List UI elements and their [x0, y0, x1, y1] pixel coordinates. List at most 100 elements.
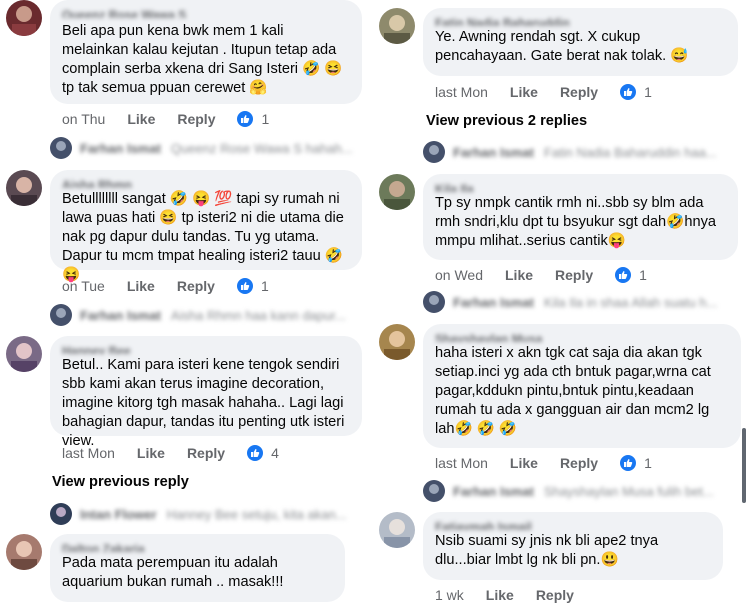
avatar[interactable] — [6, 336, 42, 372]
like-button[interactable]: Like — [510, 84, 538, 100]
comment-bubble: Dalton Zakaria Pada mata perempuan itu a… — [50, 534, 345, 602]
comment-actions: last Mon Like Reply 4 — [62, 445, 279, 461]
reply-preview-text: Aisha Rhmn haa kann dapur... — [170, 307, 346, 323]
scrollbar-thumb[interactable] — [742, 428, 746, 503]
comment-text: Nsib suami sy jnis nk bli ape2 tnya dlu.… — [435, 533, 659, 568]
comment-author[interactable]: Hanney Bee — [62, 344, 350, 354]
avatar[interactable] — [379, 174, 415, 210]
comment-time[interactable]: last Mon — [62, 445, 115, 461]
reaction-count[interactable]: 1 — [644, 455, 652, 471]
reply-preview-author: Intan Flower — [80, 506, 157, 522]
comment-time[interactable]: last Mon — [435, 455, 488, 471]
reply-preview-author: Farhan Ismat — [453, 294, 534, 310]
avatar — [423, 480, 445, 502]
left-comment-column: Queenz Rose Wawa S Beli apa pun kena bwk… — [0, 0, 372, 607]
like-button[interactable]: Like — [510, 455, 538, 471]
comment-time[interactable]: on Wed — [435, 267, 483, 283]
comment-author[interactable]: Kila Ila — [435, 182, 726, 192]
avatar — [423, 141, 445, 163]
reply-preview-text: Fatin Nadia Baharuddin haa... — [543, 144, 717, 160]
reaction-count[interactable]: 4 — [271, 445, 279, 461]
reply-preview[interactable]: Intan Flower Hanney Bee setuju, kita aka… — [50, 503, 347, 525]
like-thumb-icon — [237, 111, 254, 127]
comment-author[interactable]: Aisha Rhmn — [62, 178, 350, 188]
avatar — [423, 291, 445, 313]
comment-text: Beli apa pun kena bwk mem 1 kali melaink… — [62, 23, 343, 96]
comment-author[interactable]: Fatin Nadia Baharuddin — [435, 16, 726, 26]
reply-button[interactable]: Reply — [187, 445, 225, 461]
comment-bubble: Fatiaymah Ismail Nsib suami sy jnis nk b… — [423, 512, 723, 580]
comment-author[interactable]: Dalton Zakaria — [62, 542, 333, 552]
comment-actions: last Mon Like Reply 1 — [435, 455, 652, 471]
right-comment-column: Fatin Nadia Baharuddin Ye. Awning rendah… — [375, 0, 750, 607]
like-button[interactable]: Like — [486, 587, 514, 603]
view-previous-replies-link[interactable]: View previous 2 replies — [426, 113, 587, 129]
comment-bubble: Kila Ila Tp sy nmpk cantik rmh ni..sbb s… — [423, 174, 738, 260]
reply-preview-text: Queenz Rose Wawa S hahah... — [170, 140, 353, 156]
comment-text: Ye. Awning rendah sgt. X cukup pencahaya… — [435, 29, 689, 64]
like-thumb-icon — [620, 455, 637, 471]
reply-preview-text: Hanney Bee setuju, kita akan... — [166, 506, 347, 522]
avatar — [50, 304, 72, 326]
avatar[interactable] — [379, 512, 415, 548]
comment-actions: on Wed Like Reply 1 — [435, 267, 647, 283]
comment-time[interactable]: last Mon — [435, 84, 488, 100]
comment-bubble: Hanney Bee Betul.. Kami para isteri kene… — [50, 336, 362, 449]
avatar — [50, 137, 72, 159]
avatar[interactable] — [6, 534, 42, 570]
reply-button[interactable]: Reply — [536, 587, 574, 603]
like-thumb-icon — [615, 267, 632, 283]
reply-button[interactable]: Reply — [560, 84, 598, 100]
comment-bubble: Fatin Nadia Baharuddin Ye. Awning rendah… — [423, 8, 738, 76]
comment-text: Pada mata perempuan itu adalah aquarium … — [62, 555, 284, 590]
avatar[interactable] — [6, 0, 42, 36]
like-button[interactable]: Like — [137, 445, 165, 461]
comment-text: haha isteri x akn tgk cat saja dia akan … — [435, 345, 711, 437]
like-thumb-icon — [247, 445, 264, 461]
reply-button[interactable]: Reply — [177, 278, 215, 294]
comment-time[interactable]: 1 wk — [435, 587, 464, 603]
like-thumb-icon — [236, 278, 253, 294]
avatar[interactable] — [379, 8, 415, 44]
reply-button[interactable]: Reply — [555, 267, 593, 283]
like-button[interactable]: Like — [127, 111, 155, 127]
reply-preview[interactable]: Farhan Ismat Queenz Rose Wawa S hahah... — [50, 137, 353, 159]
reply-preview-author: Farhan Ismat — [453, 144, 534, 160]
reaction-count[interactable]: 1 — [261, 111, 269, 127]
reply-preview-text: Kila Ila in shaa Allah suatu h... — [543, 294, 718, 310]
comment-bubble: Aisha Rhmn Betullllllll sangat 🤣 😝 💯 tap… — [50, 170, 362, 283]
reply-button[interactable]: Reply — [177, 111, 215, 127]
comment-time[interactable]: on Thu — [62, 111, 105, 127]
reply-preview[interactable]: Farhan Ismat Shayshaylan Musa fulih bet.… — [423, 480, 714, 502]
comment-actions: on Tue Like Reply 1 — [62, 278, 269, 294]
comment-author[interactable]: Queenz Rose Wawa S — [62, 8, 350, 18]
reaction-count[interactable]: 1 — [261, 278, 269, 294]
comment-author[interactable]: Fatiaymah Ismail — [435, 520, 711, 530]
reply-preview-text: Shayshaylan Musa fulih bet... — [543, 483, 714, 499]
comment-bubble: Shayshaylan Musa haha isteri x akn tgk c… — [423, 324, 741, 448]
reply-preview[interactable]: Farhan Ismat Aisha Rhmn haa kann dapur..… — [50, 304, 346, 326]
avatar[interactable] — [379, 324, 415, 360]
reaction-count[interactable]: 1 — [639, 267, 647, 283]
comment-time[interactable]: on Tue — [62, 278, 105, 294]
comment-author[interactable]: Shayshaylan Musa — [435, 332, 729, 342]
like-thumb-icon — [620, 84, 637, 100]
reply-preview-author: Farhan Ismat — [80, 307, 161, 323]
comment-actions: 1 wk Like Reply — [435, 587, 596, 603]
like-button[interactable]: Like — [127, 278, 155, 294]
comment-text: Betullllllll sangat 🤣 😝 💯 tapi sy rumah … — [62, 191, 344, 283]
comment-actions: on Thu Like Reply 1 — [62, 111, 269, 127]
reaction-count[interactable]: 1 — [644, 84, 652, 100]
comment-actions: last Mon Like Reply 1 — [435, 84, 652, 100]
reply-preview-author: Farhan Ismat — [453, 483, 534, 499]
reply-preview[interactable]: Farhan Ismat Fatin Nadia Baharuddin haa.… — [423, 141, 717, 163]
reply-preview[interactable]: Farhan Ismat Kila Ila in shaa Allah suat… — [423, 291, 717, 313]
comment-bubble: Queenz Rose Wawa S Beli apa pun kena bwk… — [50, 0, 362, 104]
like-button[interactable]: Like — [505, 267, 533, 283]
view-previous-reply-link[interactable]: View previous reply — [52, 474, 189, 490]
reply-button[interactable]: Reply — [560, 455, 598, 471]
reply-preview-author: Farhan Ismat — [80, 140, 161, 156]
avatar — [50, 503, 72, 525]
comment-text: Tp sy nmpk cantik rmh ni..sbb sy blm ada… — [435, 195, 716, 249]
avatar[interactable] — [6, 170, 42, 206]
